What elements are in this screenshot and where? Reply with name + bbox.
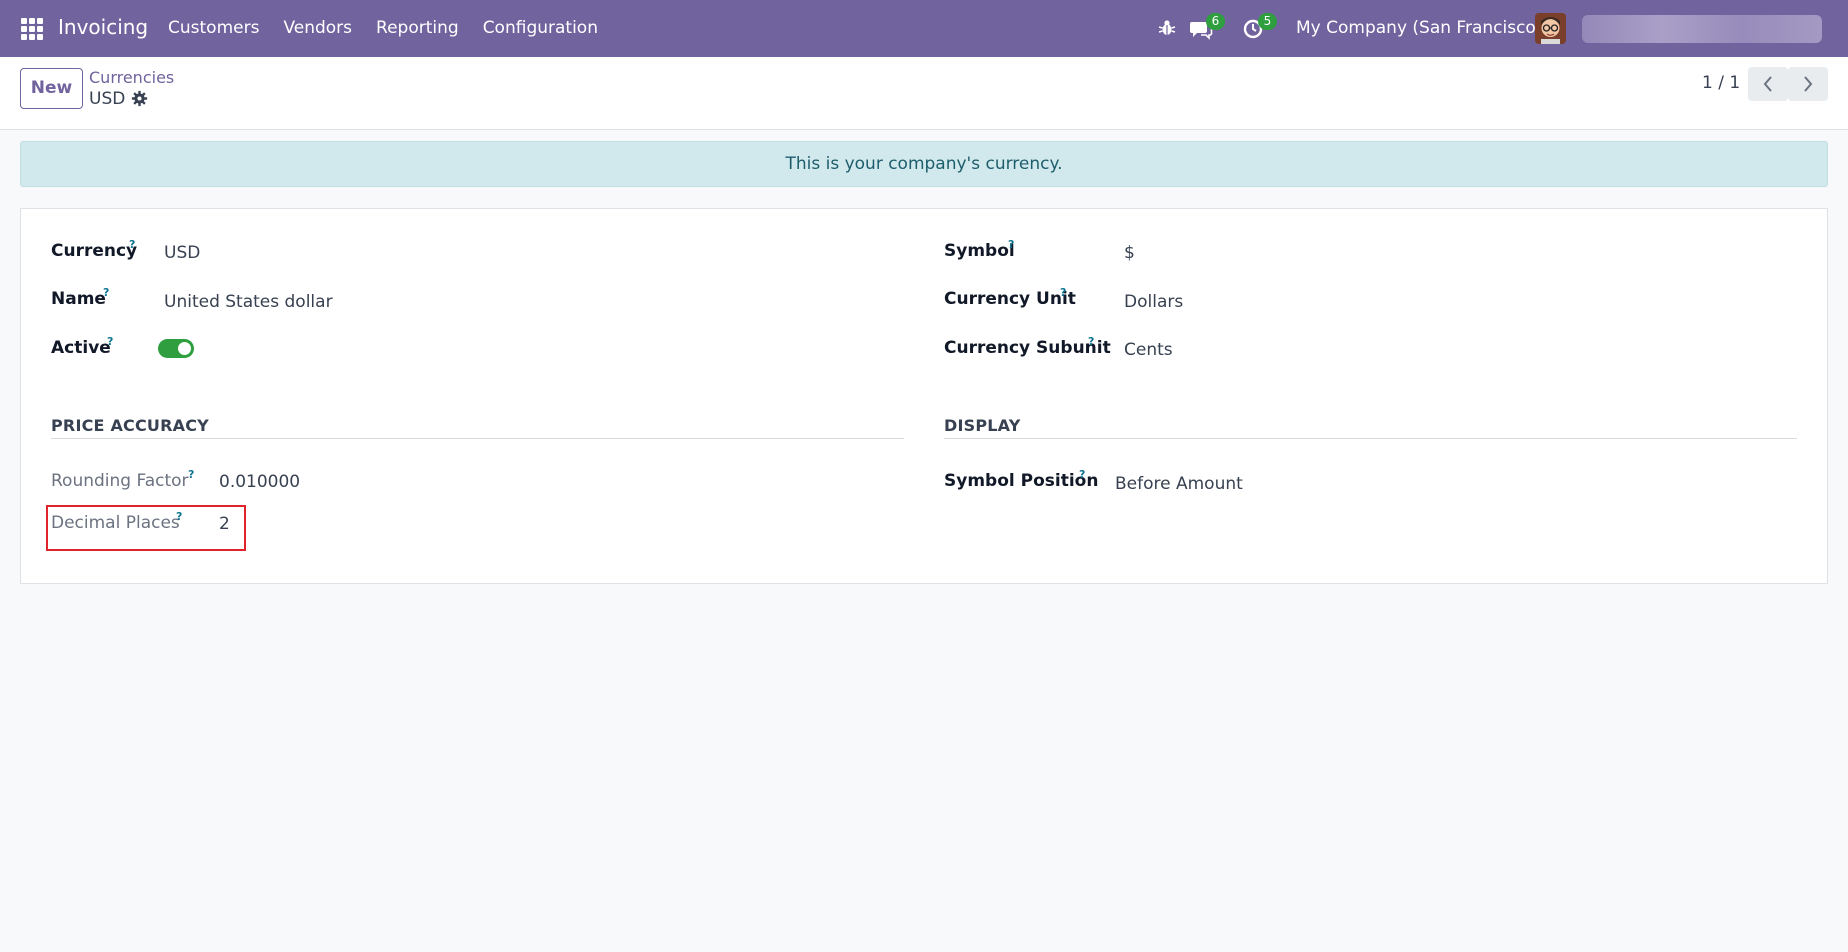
price-accuracy-section-title: PRICE ACCURACY: [51, 416, 209, 435]
currency-help-icon[interactable]: ?: [129, 238, 135, 251]
new-button[interactable]: New: [20, 68, 83, 109]
currency-unit-help-icon[interactable]: ?: [1060, 286, 1066, 299]
active-label: Active: [51, 338, 111, 358]
rounding-factor-field[interactable]: 0.010000: [219, 472, 300, 492]
company-switcher[interactable]: My Company (San Francisco): [1296, 18, 1542, 38]
decimal-places-help-icon[interactable]: ?: [176, 510, 182, 523]
symbol-label: Symbol: [944, 241, 1015, 261]
menu-item-vendors[interactable]: Vendors: [283, 18, 352, 38]
active-help-icon[interactable]: ?: [107, 335, 113, 348]
top-navbar: Invoicing Customers Vendors Reporting Co…: [0, 0, 1848, 57]
pager-value[interactable]: 1 / 1: [1702, 73, 1740, 93]
chevron-right-icon: [1804, 76, 1813, 92]
apps-grid-icon[interactable]: [21, 18, 43, 40]
user-name-redacted[interactable]: [1582, 15, 1822, 43]
breadcrumb-current-record: USD: [89, 89, 126, 109]
pager-next-button[interactable]: [1788, 67, 1828, 101]
messages-count-badge: 6: [1206, 13, 1225, 30]
gear-icon[interactable]: [131, 90, 148, 107]
decimal-places-label: Decimal Places: [51, 513, 180, 533]
rounding-factor-help-icon[interactable]: ?: [188, 468, 194, 481]
name-label: Name: [51, 289, 106, 309]
menu-item-customers[interactable]: Customers: [168, 18, 259, 38]
name-help-icon[interactable]: ?: [103, 286, 109, 299]
display-divider: [944, 438, 1797, 439]
currency-unit-label: Currency Unit: [944, 289, 1076, 309]
currency-subunit-field[interactable]: Cents: [1124, 340, 1173, 360]
company-currency-alert: This is your company's currency.: [20, 141, 1828, 187]
pager-previous-button[interactable]: [1748, 67, 1788, 101]
symbol-field[interactable]: $: [1124, 243, 1135, 263]
bug-icon[interactable]: [1157, 18, 1177, 38]
currency-field[interactable]: USD: [164, 243, 200, 263]
app-brand[interactable]: Invoicing: [58, 15, 148, 39]
symbol-position-label: Symbol Position: [944, 471, 1099, 491]
activities-count-badge: 5: [1258, 13, 1277, 30]
currency-subunit-label: Currency Subunit: [944, 338, 1111, 358]
breadcrumb-currencies[interactable]: Currencies: [89, 68, 174, 87]
name-field[interactable]: United States dollar: [164, 292, 333, 312]
menu-item-configuration[interactable]: Configuration: [483, 18, 598, 38]
control-panel: New Currencies USD 1 / 1: [0, 57, 1848, 130]
rounding-factor-label: Rounding Factor: [51, 471, 189, 491]
symbol-position-field[interactable]: Before Amount: [1115, 474, 1243, 494]
user-avatar[interactable]: [1535, 13, 1566, 44]
chevron-left-icon: [1763, 76, 1772, 92]
currency-subunit-help-icon[interactable]: ?: [1088, 335, 1094, 348]
menu-item-reporting[interactable]: Reporting: [376, 18, 459, 38]
currency-label: Currency: [51, 241, 138, 261]
active-toggle[interactable]: [158, 339, 194, 358]
main-menu: Customers Vendors Reporting Configuratio…: [168, 18, 598, 38]
symbol-help-icon[interactable]: ?: [1008, 238, 1014, 251]
symbol-position-help-icon[interactable]: ?: [1079, 468, 1085, 481]
price-accuracy-divider: [51, 438, 904, 439]
decimal-places-field[interactable]: 2: [219, 514, 230, 534]
form-sheet: [20, 208, 1828, 584]
currency-unit-field[interactable]: Dollars: [1124, 292, 1183, 312]
display-section-title: DISPLAY: [944, 416, 1021, 435]
